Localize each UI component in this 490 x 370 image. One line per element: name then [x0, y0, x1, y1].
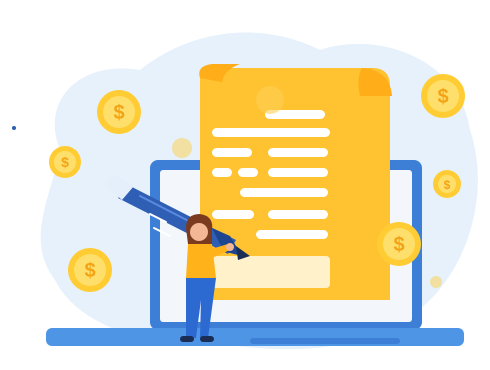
- receipt-line: [212, 168, 232, 177]
- receipt-ghost-circle: [256, 86, 284, 114]
- receipt-signature-box: [212, 256, 330, 288]
- receipt-line: [268, 168, 328, 177]
- laptop-hinge: [350, 322, 372, 328]
- receipt-line: [238, 168, 258, 177]
- dollar-coin: $: [421, 74, 465, 118]
- coin-symbol: $: [113, 102, 124, 124]
- receipt-line: [240, 188, 328, 197]
- receipt-line: [212, 210, 254, 219]
- receipt-line: [212, 148, 252, 157]
- coin-symbol: $: [444, 178, 451, 192]
- coin-symbol: $: [84, 260, 95, 282]
- invoice-illustration: $ $ $ $ $ $: [12, 32, 478, 350]
- receipt-line: [268, 210, 328, 219]
- dollar-coin: $: [68, 248, 112, 292]
- receipt-line: [256, 230, 328, 239]
- laptop-base-shadow: [250, 338, 400, 344]
- receipt-document: [199, 64, 392, 300]
- dollar-coin: $: [97, 90, 141, 134]
- person-shoe-left: [180, 336, 194, 342]
- illustration-canvas: $ $ $ $ $ $: [0, 0, 490, 370]
- dollar-coin: [172, 138, 192, 158]
- person-hand: [226, 243, 234, 251]
- person-shoe-right: [200, 336, 214, 342]
- coin-symbol: $: [393, 234, 404, 256]
- coin-symbol: $: [61, 154, 69, 170]
- dollar-coin: [430, 276, 442, 288]
- accent-dot: [12, 126, 16, 130]
- dollar-coin: $: [49, 146, 81, 178]
- dollar-coin: $: [433, 170, 461, 198]
- receipt-line: [268, 148, 328, 157]
- coin-symbol: $: [437, 86, 448, 108]
- dollar-coin: $: [377, 222, 421, 266]
- person-head: [190, 223, 208, 241]
- receipt-line: [212, 128, 330, 137]
